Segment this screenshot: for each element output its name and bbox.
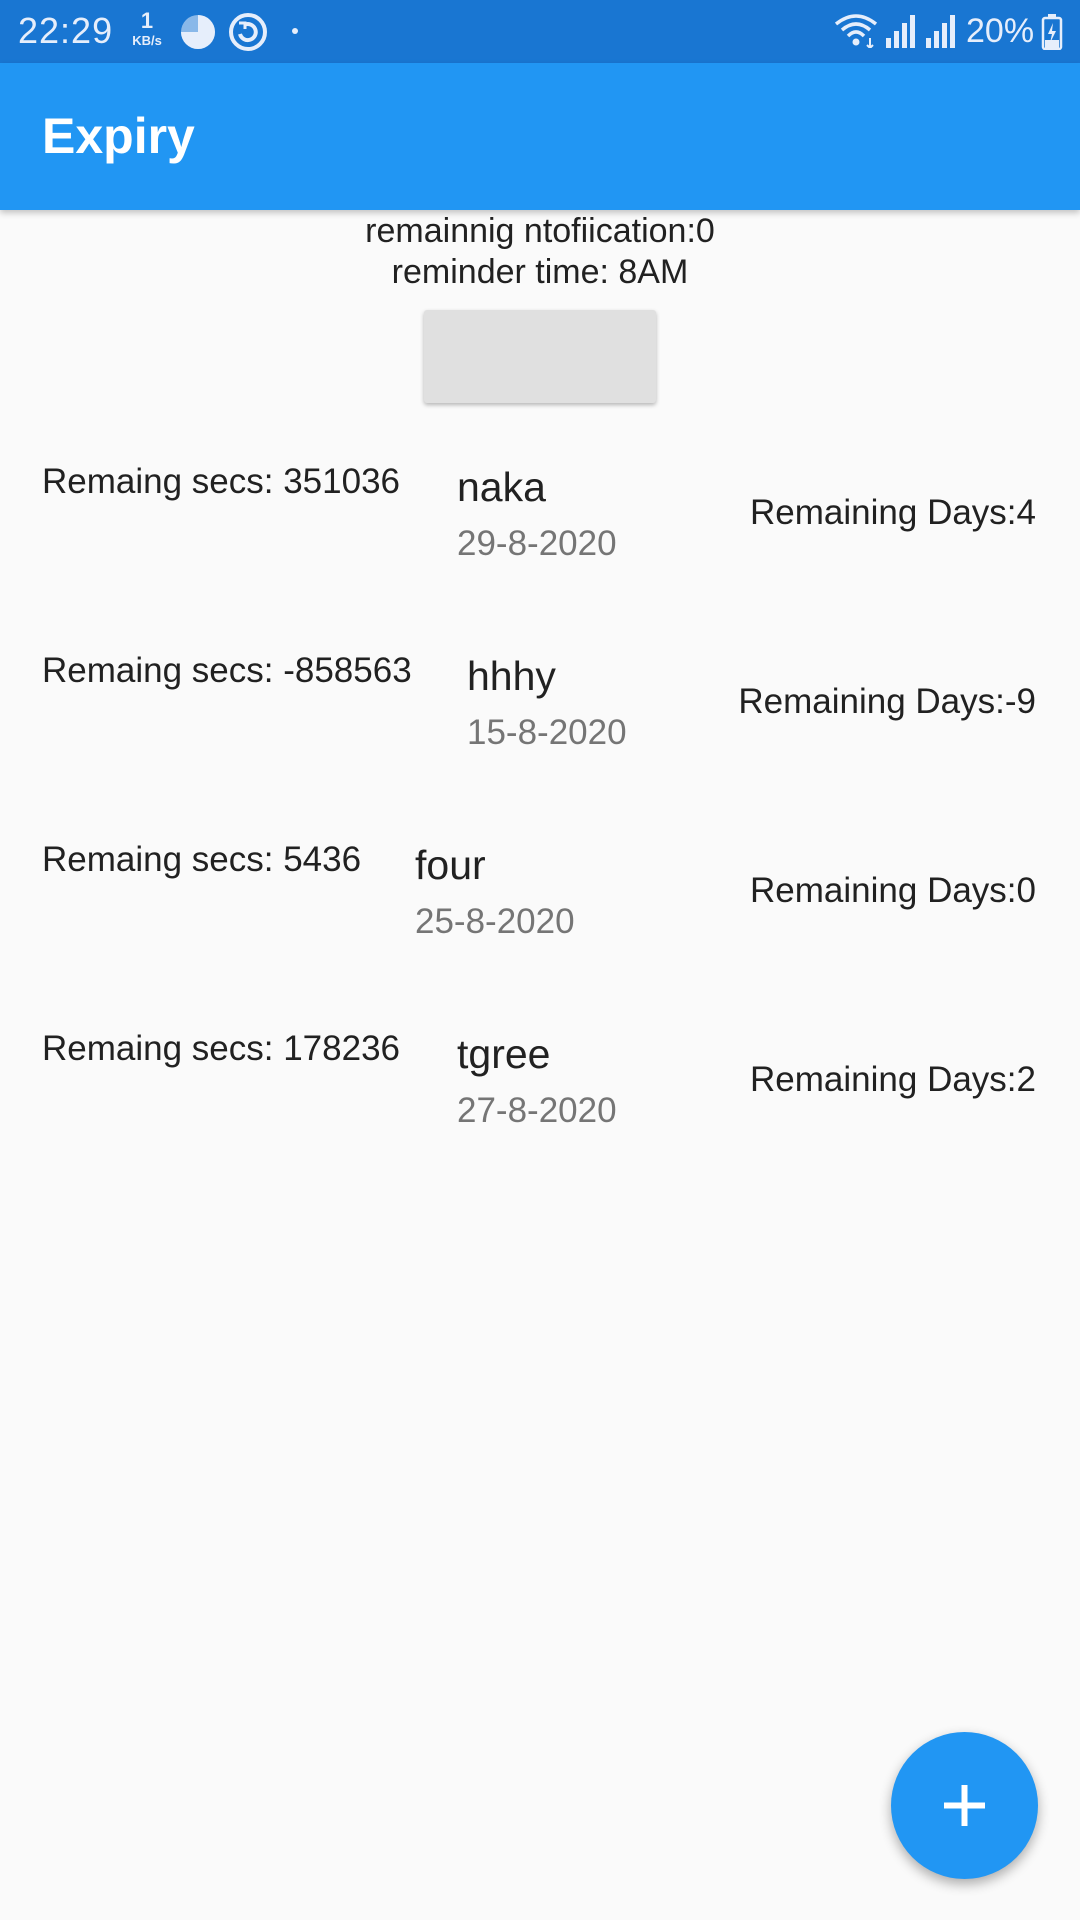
action-button[interactable]: [424, 310, 656, 403]
list-item[interactable]: Remaing secs: 351036 naka 29-8-2020 Rema…: [0, 462, 1080, 651]
notification-dot-icon: [292, 28, 298, 34]
list-item[interactable]: Remaing secs: -858563 hhhy 15-8-2020 Rem…: [0, 651, 1080, 840]
item-name: tgree: [457, 1031, 551, 1077]
remaining-secs: Remaing secs: -858563: [42, 651, 412, 690]
signal-icon: [886, 15, 915, 48]
battery-percent: 20%: [966, 12, 1035, 50]
remaining-days: Remaining Days:2: [750, 1060, 1036, 1099]
remaining-days: Remaining Days:0: [750, 871, 1036, 910]
status-bar: 22:29 1 KB/s 20%: [0, 0, 1080, 63]
page-title: Expiry: [42, 108, 195, 164]
item-name: four: [415, 842, 486, 888]
remaining-notifications-text: remainnig ntofiication:0: [365, 212, 715, 250]
sync-icon: [229, 13, 267, 51]
item-date: 29-8-2020: [457, 524, 617, 563]
net-speed-value: 1: [140, 8, 154, 33]
remaining-secs: Remaing secs: 351036: [42, 462, 400, 501]
item-name: naka: [457, 464, 546, 510]
item-date: 27-8-2020: [457, 1091, 617, 1130]
item-name: hhhy: [467, 653, 556, 699]
list-item[interactable]: Remaing secs: 5436 four 25-8-2020 Remain…: [0, 840, 1080, 1029]
remaining-secs: Remaing secs: 5436: [42, 840, 362, 879]
wifi-icon: [834, 14, 878, 48]
remaining-days: Remaining Days:-9: [738, 682, 1036, 721]
reminder-time-text: reminder time: 8AM: [391, 253, 689, 291]
net-speed-unit: KB/s: [132, 33, 162, 48]
item-date: 15-8-2020: [467, 713, 627, 752]
item-date: 25-8-2020: [415, 902, 575, 941]
app-bar: Expiry: [0, 63, 1080, 210]
remaining-days: Remaining Days:4: [750, 493, 1036, 532]
net-speed: 1 KB/s: [126, 10, 168, 52]
remaining-secs: Remaing secs: 178236: [42, 1029, 400, 1068]
plus-icon: [944, 1785, 985, 1826]
signal-icon: [926, 15, 955, 48]
battery-charging-icon: [1041, 14, 1063, 50]
list-item[interactable]: Remaing secs: 178236 tgree 27-8-2020 Rem…: [0, 1029, 1080, 1218]
add-item-button[interactable]: [891, 1732, 1038, 1879]
status-time: 22:29: [18, 10, 114, 51]
pie-status-icon: [181, 15, 215, 49]
screen: 22:29 1 KB/s 20% Expiry remainnig ntofii…: [0, 0, 1080, 1920]
